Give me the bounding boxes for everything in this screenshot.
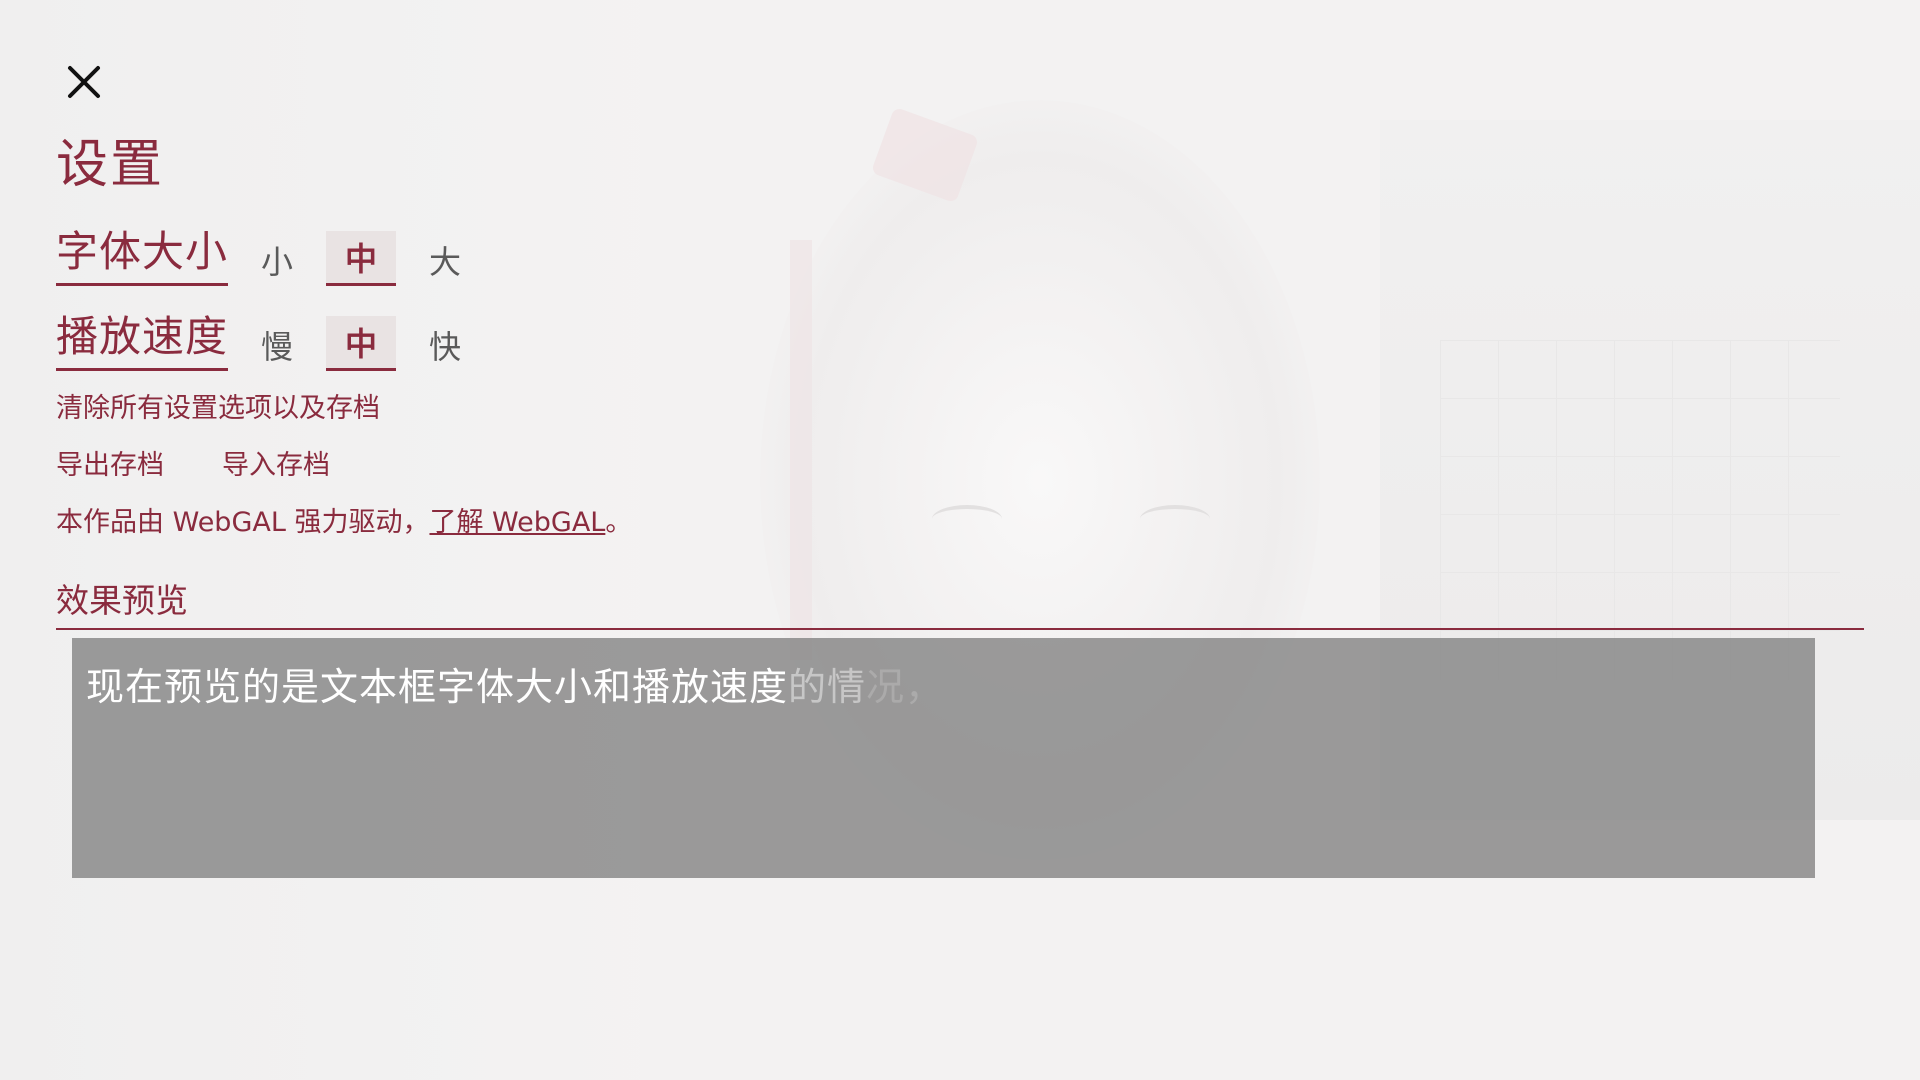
play-speed-setting: 播放速度 慢 中 快 xyxy=(56,303,480,371)
export-save-button[interactable]: 导出存档 xyxy=(56,443,164,482)
play-speed-label: 播放速度 xyxy=(56,303,229,371)
font-size-large-button[interactable]: 大 xyxy=(410,234,480,286)
learn-webgal-link[interactable]: 了解 WebGAL xyxy=(429,507,605,538)
preview-heading: 效果预览 xyxy=(56,574,1864,630)
font-size-small-button[interactable]: 小 xyxy=(242,234,312,286)
close-icon[interactable] xyxy=(66,64,102,100)
play-speed-slow-button[interactable]: 慢 xyxy=(242,319,312,371)
background-scene xyxy=(0,0,1920,1080)
preview-text-fading: 的情 xyxy=(788,665,867,709)
preview-text: 现在预览的是文本框字体大小和播放速度的情况， xyxy=(86,656,944,711)
preview-text-solid: 现在预览的是文本框字体大小和播放速度 xyxy=(86,665,789,709)
play-speed-medium-button[interactable]: 中 xyxy=(326,316,397,371)
font-size-medium-button[interactable]: 中 xyxy=(326,231,397,286)
play-speed-fast-button[interactable]: 快 xyxy=(410,319,480,371)
credit-suffix: 。 xyxy=(605,507,633,538)
font-size-label: 字体大小 xyxy=(56,218,229,286)
preview-textbox: 现在预览的是文本框字体大小和播放速度的情况， xyxy=(72,638,1815,878)
credit-text: 本作品由 WebGAL 强力驱动，了解 WebGAL。 xyxy=(56,500,632,539)
reset-all-button[interactable]: 清除所有设置选项以及存档 xyxy=(56,386,380,425)
font-size-setting: 字体大小 小 中 大 xyxy=(56,218,480,286)
import-save-button[interactable]: 导入存档 xyxy=(222,443,330,482)
preview-text-fading-tail: 况， xyxy=(866,665,945,709)
page-title: 设置 xyxy=(56,135,165,195)
preview-heading-label: 效果预览 xyxy=(56,581,188,620)
credit-prefix: 本作品由 WebGAL 强力驱动， xyxy=(56,507,430,538)
